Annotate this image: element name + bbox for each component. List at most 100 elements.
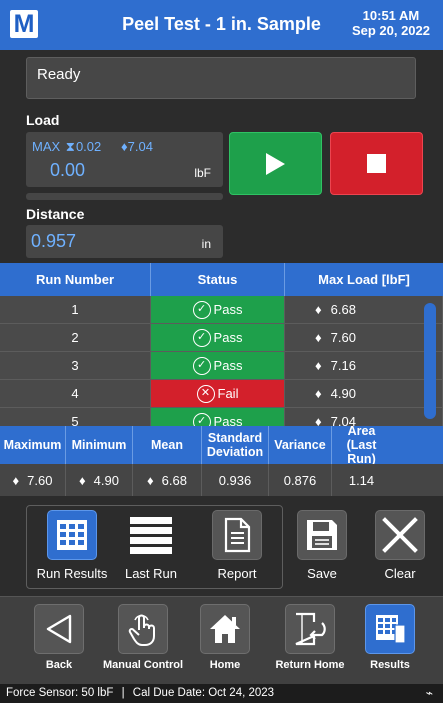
distance-readout: 0.957 in xyxy=(26,225,223,258)
document-icon xyxy=(212,510,262,560)
sort-arrows-icon: ♦ xyxy=(315,358,322,373)
last-run-label: Last Run xyxy=(124,566,178,581)
table-grid-icon xyxy=(47,510,97,560)
nav-back[interactable]: Back xyxy=(32,604,86,671)
max-load-value: 6.68 xyxy=(330,302,356,317)
runs-table-body: 1 ✓ Pass ♦ 6.68 2 ✓ Pass ♦ 7.60 3 ✓ Pass ♦ 7.1… xyxy=(0,296,443,426)
stat-std-dev: 0.936 xyxy=(202,464,269,496)
runs-table[interactable]: Run Number Status Max Load [lbF] 1 ✓ Pass… xyxy=(0,263,443,426)
check-circle-icon: ✓ xyxy=(192,328,211,347)
home-icon xyxy=(200,604,250,654)
status-text: Pass xyxy=(213,302,243,317)
sort-arrows-icon: ♦ xyxy=(12,472,20,488)
column-run-number[interactable]: Run Number xyxy=(0,263,151,296)
nav-results-label: Results xyxy=(370,659,410,671)
run-number: 4 xyxy=(0,380,151,407)
nav-home-label: Home xyxy=(209,659,241,671)
nav-home[interactable]: Home xyxy=(198,604,252,671)
status-text: Fail xyxy=(217,386,239,401)
column-status[interactable]: Status xyxy=(151,263,285,296)
nav-return-home[interactable]: Return Home xyxy=(270,604,350,671)
max-load-cell: ♦ 7.16 xyxy=(285,352,443,379)
run-results-button[interactable]: Run Results xyxy=(27,510,117,581)
status-badge: ✕ Fail xyxy=(151,380,285,407)
check-circle-icon: ✓ xyxy=(192,300,211,319)
status-footer: Force Sensor: 50 lbF | Cal Due Date: Oct… xyxy=(0,684,443,703)
max-load-cell: ♦ 7.60 xyxy=(285,324,443,351)
hourglass-icon: ⧗ xyxy=(65,139,75,154)
touch-hand-icon xyxy=(118,604,168,654)
cal-due-date: Cal Due Date: Oct 24, 2023 xyxy=(132,687,275,699)
status-badge: ✓ Pass xyxy=(151,324,285,351)
sort-arrows-icon: ♦ xyxy=(315,414,322,426)
stat-minimum-label: Minimum xyxy=(66,426,133,464)
stats-values: ♦ 7.60 ♦ 4.90 ♦ 6.68 0.936 0.876 1.14 xyxy=(0,464,443,496)
distance-label: Distance xyxy=(26,206,85,222)
load-readout: MAX ⧗0.02 ♦7.04 0.00 lbF xyxy=(26,132,223,187)
runs-scrollbar[interactable] xyxy=(424,303,436,419)
play-icon xyxy=(266,152,285,175)
sort-arrows-icon: ♦ xyxy=(315,330,322,345)
load-label: Load xyxy=(26,112,60,128)
nav-results[interactable]: Results xyxy=(360,604,420,671)
status-text: Pass xyxy=(213,330,243,345)
clear-label: Clear xyxy=(384,566,416,581)
sort-arrows-icon: ♦ xyxy=(147,472,154,488)
clock-time: 10:51 AM xyxy=(362,8,420,23)
max-load-value: 7.16 xyxy=(330,358,356,373)
return-home-icon xyxy=(285,604,335,654)
save-button[interactable]: Save xyxy=(289,510,355,581)
last-run-button[interactable]: Last Run xyxy=(116,510,186,581)
check-circle-icon: ✓ xyxy=(192,356,211,375)
table-row[interactable]: 2 ✓ Pass ♦ 7.60 xyxy=(0,324,443,352)
list-lines-icon xyxy=(126,510,176,560)
report-button[interactable]: Report xyxy=(200,510,274,581)
column-max-load[interactable]: Max Load [lbF] xyxy=(285,263,443,296)
stat-area-label: Area (Last Run) xyxy=(346,424,377,466)
stop-icon xyxy=(367,154,386,173)
close-icon xyxy=(375,510,425,560)
footer-separator: | xyxy=(121,687,125,699)
clear-button[interactable]: Clear xyxy=(370,510,430,581)
nav-manual-control[interactable]: Manual Control xyxy=(100,604,186,671)
save-label: Save xyxy=(307,566,337,581)
stop-button[interactable] xyxy=(330,132,423,195)
table-row[interactable]: 3 ✓ Pass ♦ 7.16 xyxy=(0,352,443,380)
table-row[interactable]: 1 ✓ Pass ♦ 6.68 xyxy=(0,296,443,324)
status-badge: ✓ Pass xyxy=(151,296,285,323)
start-button[interactable] xyxy=(229,132,322,195)
plug-icon: ⌁ xyxy=(425,686,433,700)
sort-arrows-icon: ♦ xyxy=(121,139,128,154)
status-badge: ✓ Pass xyxy=(151,408,285,426)
stat-mean-value: 6.68 xyxy=(161,472,187,488)
stat-mean: ♦ 6.68 xyxy=(133,464,202,496)
status-text: Pass xyxy=(213,358,243,373)
stat-maximum-value: 7.60 xyxy=(27,472,53,488)
test-panel: Ready Load MAX ⧗0.02 ♦7.04 0.00 lbF Dist… xyxy=(0,50,443,263)
stat-minimum: ♦ 4.90 xyxy=(66,464,133,496)
stat-maximum-label: Maximum xyxy=(0,426,66,464)
load-max-label: MAX xyxy=(32,139,61,154)
nav-return-home-label: Return Home xyxy=(275,659,345,671)
floppy-disk-icon xyxy=(297,510,347,560)
bottom-nav: Back Manual Control Home Return Home Res… xyxy=(0,596,443,684)
table-row[interactable]: 4 ✕ Fail ♦ 4.90 xyxy=(0,380,443,408)
app-header: M Peel Test - 1 in. Sample 10:51 AM Sep … xyxy=(0,0,443,50)
results-table-icon xyxy=(365,604,415,654)
clock-date: Sep 20, 2022 xyxy=(351,23,430,38)
status-message-box: Ready xyxy=(26,57,416,99)
distance-value: 0.957 xyxy=(31,231,77,251)
check-circle-icon: ✓ xyxy=(192,412,211,426)
max-load-cell: ♦ 6.68 xyxy=(285,296,443,323)
back-triangle-icon xyxy=(34,604,84,654)
status-badge: ✓ Pass xyxy=(151,352,285,379)
run-results-label: Run Results xyxy=(36,566,108,581)
load-max-value: 0.02 xyxy=(75,139,102,154)
run-number: 1 xyxy=(0,296,151,323)
max-load-cell: ♦ 4.90 xyxy=(285,380,443,407)
stat-mean-label: Mean xyxy=(133,426,202,464)
sort-arrows-icon: ♦ xyxy=(79,472,86,488)
nav-manual-control-label: Manual Control xyxy=(102,659,184,671)
stat-variance: 0.876 xyxy=(269,464,332,496)
load-track: ♦7.04 xyxy=(121,139,153,154)
